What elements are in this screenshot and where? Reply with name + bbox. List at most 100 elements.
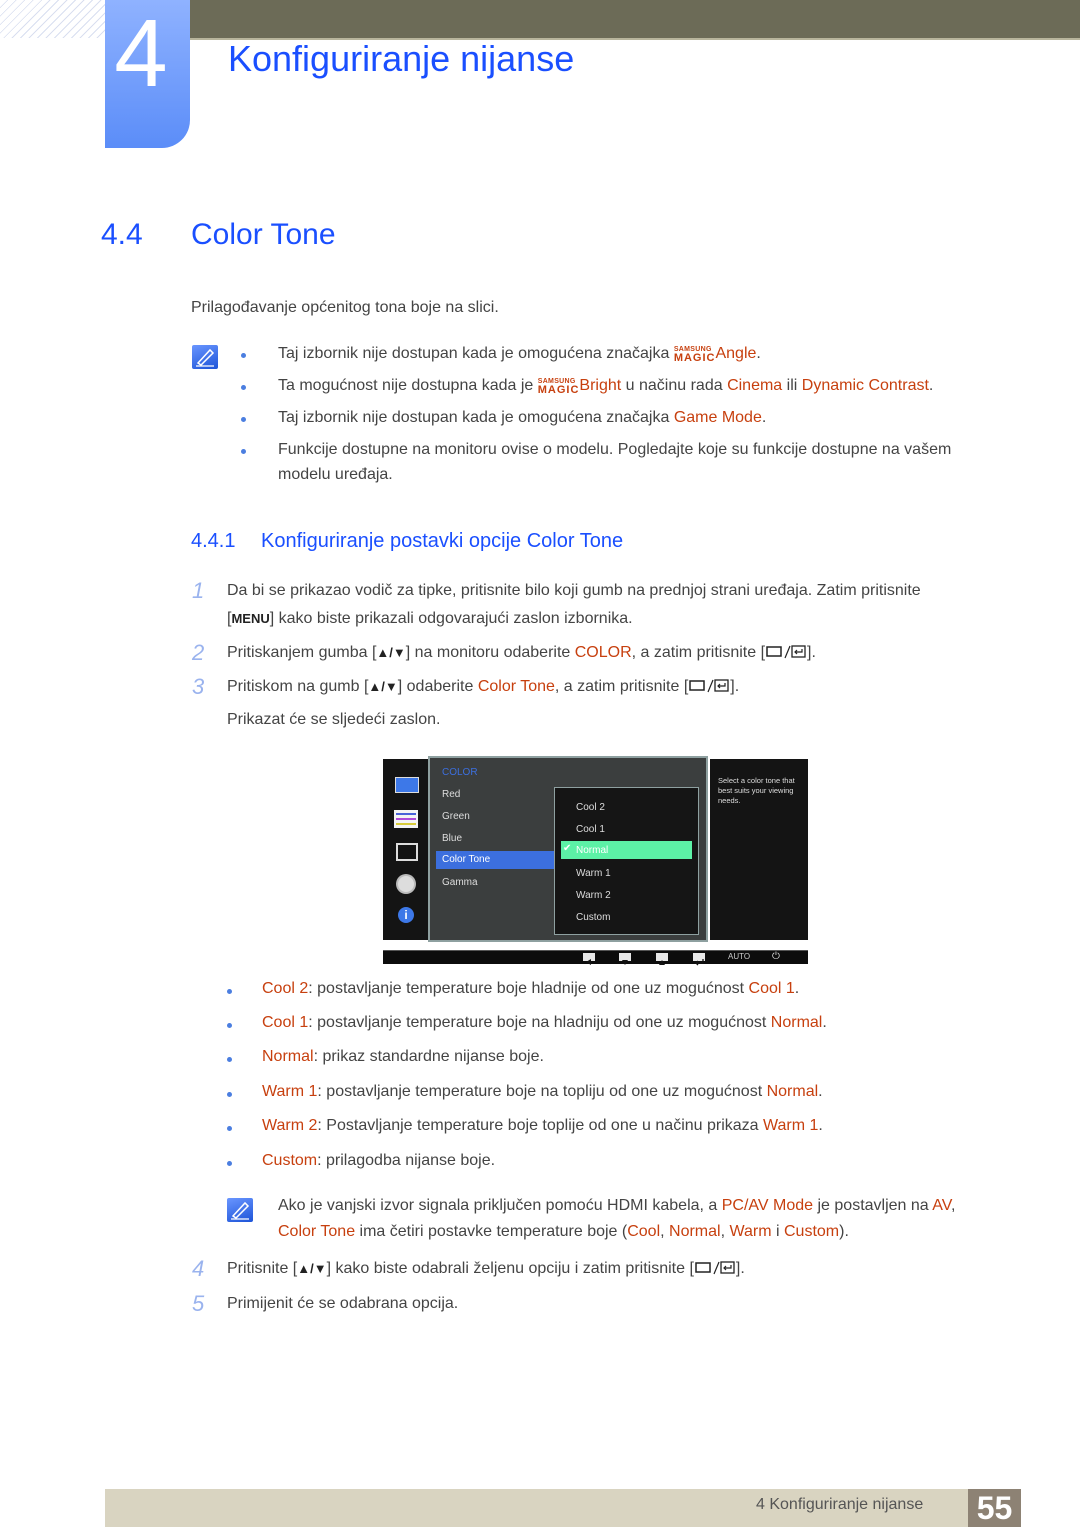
- bullet: [227, 1023, 232, 1028]
- note-icon: [227, 1198, 253, 1222]
- osd-menu-item[interactable]: Blue: [442, 833, 462, 844]
- osd-option[interactable]: Cool 1: [576, 824, 605, 835]
- description-end: .: [794, 980, 800, 997]
- step-number: 2: [192, 640, 205, 665]
- header-hatch-decoration: [0, 0, 105, 38]
- osd-menu-item[interactable]: Green: [442, 811, 470, 822]
- description-item: Normal: prikaz standardne nijanse boje.: [262, 1048, 544, 1066]
- osd-menu-item[interactable]: Gamma: [442, 877, 478, 888]
- step-text: Pritisnite [▲/▼] kako biste odabrali žel…: [227, 1260, 745, 1280]
- source-enter-icon: [765, 645, 807, 664]
- description-text: : postavljanje temperature boje hladnije…: [308, 980, 749, 997]
- note-text: ).: [839, 1223, 849, 1240]
- step-number: 4: [192, 1256, 205, 1281]
- step-text: Da bi se prikazao vodič za tipke, pritis…: [227, 582, 921, 599]
- osd-menu-item[interactable]: Red: [442, 789, 460, 800]
- description-text: : prilagodba nijanse boje.: [317, 1152, 496, 1169]
- highlight-normal: Normal: [669, 1223, 721, 1240]
- osd-menu-item-selected[interactable]: Color Tone: [436, 851, 554, 869]
- bullet: [227, 1126, 232, 1131]
- bullet: [227, 1092, 232, 1097]
- osd-option-selected[interactable]: ✔ Normal: [561, 841, 692, 859]
- up-down-arrows-icon: ▲/▼: [368, 679, 398, 694]
- step-number: 1: [192, 578, 205, 603]
- chapter-title: Konfiguriranje nijanse: [228, 38, 575, 79]
- source-enter-icon: [694, 1261, 736, 1280]
- bullet: [241, 449, 246, 454]
- description-term: Normal: [262, 1048, 314, 1065]
- bullet: [227, 1057, 232, 1062]
- description-text: : postavljanje temperature boje na hladn…: [308, 1014, 771, 1031]
- note-item: Taj izbornik nije dostupan kada je omogu…: [278, 345, 761, 364]
- note-text: Ako je vanjski izvor signala priključen …: [278, 1197, 722, 1214]
- osd-menu-title: COLOR: [442, 767, 478, 778]
- note-text: je postavljen na: [813, 1197, 933, 1214]
- gear-icon: [398, 876, 414, 892]
- highlight-game-mode: Game Mode: [673, 409, 762, 426]
- highlight-cinema: Cinema: [727, 377, 783, 394]
- samsung-magic-logo: SAMSUNG MAGIC: [538, 378, 580, 396]
- description-item: Cool 2: postavljanje temperature boje hl…: [262, 980, 799, 998]
- auto-button[interactable]: AUTO: [728, 952, 750, 961]
- note-text: Taj izbornik nije dostupan kada je omogu…: [278, 409, 674, 426]
- description-ref: Normal: [766, 1083, 819, 1100]
- check-icon: ✔: [563, 843, 572, 854]
- step-text: Pritiskanjem gumba [▲/▼] na monitoru oda…: [227, 644, 816, 664]
- note-item: Funkcije dostupne na monitoru ovise o mo…: [278, 441, 952, 458]
- enter-button-icon[interactable]: [693, 953, 705, 966]
- description-end: .: [822, 1014, 827, 1031]
- monitor-icon: [395, 777, 419, 793]
- description-end: .: [818, 1083, 823, 1100]
- description-term: Cool 2: [262, 980, 309, 997]
- info-icon: i: [398, 907, 414, 923]
- description-item: Custom: prilagodba nijanse boje.: [262, 1152, 495, 1170]
- highlight-color-tone: Color Tone: [278, 1223, 356, 1240]
- up-button-icon[interactable]: [656, 953, 668, 965]
- left-button-icon[interactable]: [583, 953, 595, 965]
- description-end: .: [818, 1117, 823, 1134]
- note-text: ,: [950, 1197, 956, 1214]
- power-icon[interactable]: ⏻: [772, 951, 780, 962]
- highlight-custom: Custom: [783, 1223, 840, 1240]
- bullet: [241, 417, 246, 422]
- note-text: Ta mogućnost nije dostupna kada je: [278, 377, 538, 394]
- osd-option[interactable]: Warm 2: [576, 890, 611, 901]
- osd-option[interactable]: Warm 1: [576, 868, 611, 879]
- description-term: Warm 1: [262, 1083, 318, 1100]
- step-text: ] odaberite: [397, 678, 478, 695]
- note-item-cont: modelu uređaja.: [278, 466, 393, 483]
- header-bar: [190, 0, 1080, 40]
- description-ref: Normal: [770, 1014, 823, 1031]
- note-end: .: [928, 377, 934, 394]
- highlight-color: COLOR: [574, 644, 632, 661]
- description-term: Custom: [262, 1152, 318, 1169]
- highlight-cool: Cool: [627, 1223, 661, 1240]
- step-text: , a zatim pritisnite [: [631, 644, 766, 661]
- osd-option[interactable]: Cool 2: [576, 802, 605, 813]
- samsung-magic-logo: SAMSUNG MAGIC: [674, 346, 716, 364]
- step-text-cont: kako biste prikazali odgovarajući zaslon…: [278, 610, 633, 627]
- note-text: Taj izbornik nije dostupan kada je omogu…: [278, 345, 674, 362]
- description-term: Cool 1: [262, 1014, 309, 1031]
- step-number: 5: [192, 1291, 205, 1316]
- note-end: .: [756, 345, 761, 362]
- highlight-warm: Warm: [729, 1223, 772, 1240]
- note-icon: [192, 345, 218, 369]
- step-text: [MENU] kako biste prikazali odgovarajući…: [227, 610, 633, 627]
- step-text: ] kako biste odabrali željenu opciju i z…: [326, 1260, 694, 1277]
- osd-option-label: Normal: [576, 845, 609, 856]
- description-item: Warm 1: postavljanje temperature boje na…: [262, 1083, 823, 1101]
- osd-option[interactable]: Custom: [576, 912, 610, 923]
- highlight-angle: Angle: [715, 345, 757, 362]
- subsection-title: Konfiguriranje postavki opcije Color Ton…: [261, 530, 624, 552]
- note-text: u načinu rada: [621, 377, 728, 394]
- footer-chapter-label: 4 Konfiguriranje nijanse: [756, 1496, 924, 1513]
- highlight-dynamic-contrast: Dynamic Contrast: [801, 377, 929, 394]
- up-down-arrows-icon: ▲/▼: [376, 645, 406, 660]
- highlight-bright: Bright: [579, 377, 622, 394]
- sliders-icon: [394, 810, 418, 828]
- subsection-number: 4.4.1: [191, 530, 236, 552]
- note-text: i: [771, 1223, 784, 1240]
- down-button-icon[interactable]: [619, 953, 631, 965]
- note-end: .: [761, 409, 767, 426]
